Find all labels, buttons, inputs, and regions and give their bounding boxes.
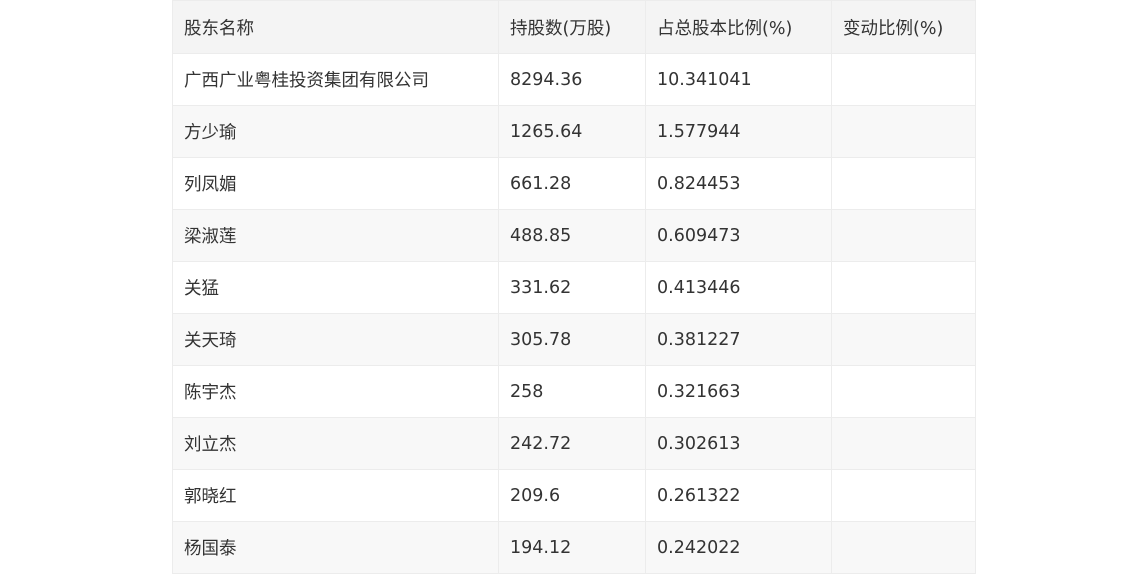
- header-shareholder-name: 股东名称: [172, 0, 499, 54]
- cell-share-ratio: 0.609473: [645, 209, 832, 262]
- cell-change-ratio: [831, 53, 976, 106]
- cell-shareholder-name: 陈宇杰: [172, 365, 499, 418]
- table-row: 刘立杰 242.72 0.302613: [172, 417, 976, 470]
- header-row: 股东名称 持股数(万股) 占总股本比例(%) 变动比例(%): [172, 0, 976, 54]
- cell-share-ratio: 1.577944: [645, 105, 832, 158]
- cell-shares-held: 194.12: [498, 521, 646, 574]
- header-change-ratio: 变动比例(%): [831, 0, 976, 54]
- cell-shares-held: 331.62: [498, 261, 646, 314]
- cell-share-ratio: 0.413446: [645, 261, 832, 314]
- cell-share-ratio: 0.381227: [645, 313, 832, 366]
- cell-shares-held: 1265.64: [498, 105, 646, 158]
- cell-shares-held: 305.78: [498, 313, 646, 366]
- table-row: 方少瑜 1265.64 1.577944: [172, 105, 976, 158]
- cell-change-ratio: [831, 313, 976, 366]
- cell-shares-held: 661.28: [498, 157, 646, 210]
- cell-shareholder-name: 关天琦: [172, 313, 499, 366]
- table-row: 陈宇杰 258 0.321663: [172, 365, 976, 418]
- table-row: 关天琦 305.78 0.381227: [172, 313, 976, 366]
- cell-shareholder-name: 广西广业粤桂投资集团有限公司: [172, 53, 499, 106]
- cell-shares-held: 258: [498, 365, 646, 418]
- table-header: 股东名称 持股数(万股) 占总股本比例(%) 变动比例(%): [172, 0, 976, 54]
- cell-shareholder-name: 郭晓红: [172, 469, 499, 522]
- cell-change-ratio: [831, 209, 976, 262]
- cell-change-ratio: [831, 521, 976, 574]
- cell-share-ratio: 0.824453: [645, 157, 832, 210]
- cell-shares-held: 8294.36: [498, 53, 646, 106]
- table-row: 杨国泰 194.12 0.242022: [172, 521, 976, 574]
- cell-shareholder-name: 关猛: [172, 261, 499, 314]
- shareholder-table: 股东名称 持股数(万股) 占总股本比例(%) 变动比例(%) 广西广业粤桂投资集…: [172, 0, 976, 574]
- cell-change-ratio: [831, 469, 976, 522]
- table-row: 梁淑莲 488.85 0.609473: [172, 209, 976, 262]
- cell-share-ratio: 0.302613: [645, 417, 832, 470]
- cell-share-ratio: 0.242022: [645, 521, 832, 574]
- table-row: 广西广业粤桂投资集团有限公司 8294.36 10.341041: [172, 53, 976, 106]
- header-share-ratio: 占总股本比例(%): [645, 0, 832, 54]
- cell-shareholder-name: 列凤媚: [172, 157, 499, 210]
- cell-shareholder-name: 梁淑莲: [172, 209, 499, 262]
- cell-share-ratio: 0.261322: [645, 469, 832, 522]
- cell-change-ratio: [831, 157, 976, 210]
- cell-change-ratio: [831, 261, 976, 314]
- table-row: 列凤媚 661.28 0.824453: [172, 157, 976, 210]
- table-row: 郭晓红 209.6 0.261322: [172, 469, 976, 522]
- header-shares-held: 持股数(万股): [498, 0, 646, 54]
- cell-shares-held: 209.6: [498, 469, 646, 522]
- cell-share-ratio: 10.341041: [645, 53, 832, 106]
- shareholder-table-container: 股东名称 持股数(万股) 占总股本比例(%) 变动比例(%) 广西广业粤桂投资集…: [172, 0, 976, 574]
- cell-shares-held: 242.72: [498, 417, 646, 470]
- cell-change-ratio: [831, 365, 976, 418]
- cell-shares-held: 488.85: [498, 209, 646, 262]
- cell-change-ratio: [831, 105, 976, 158]
- cell-shareholder-name: 杨国泰: [172, 521, 499, 574]
- cell-share-ratio: 0.321663: [645, 365, 832, 418]
- cell-change-ratio: [831, 417, 976, 470]
- table-row: 关猛 331.62 0.413446: [172, 261, 976, 314]
- table-body: 广西广业粤桂投资集团有限公司 8294.36 10.341041 方少瑜 126…: [172, 53, 976, 574]
- cell-shareholder-name: 刘立杰: [172, 417, 499, 470]
- cell-shareholder-name: 方少瑜: [172, 105, 499, 158]
